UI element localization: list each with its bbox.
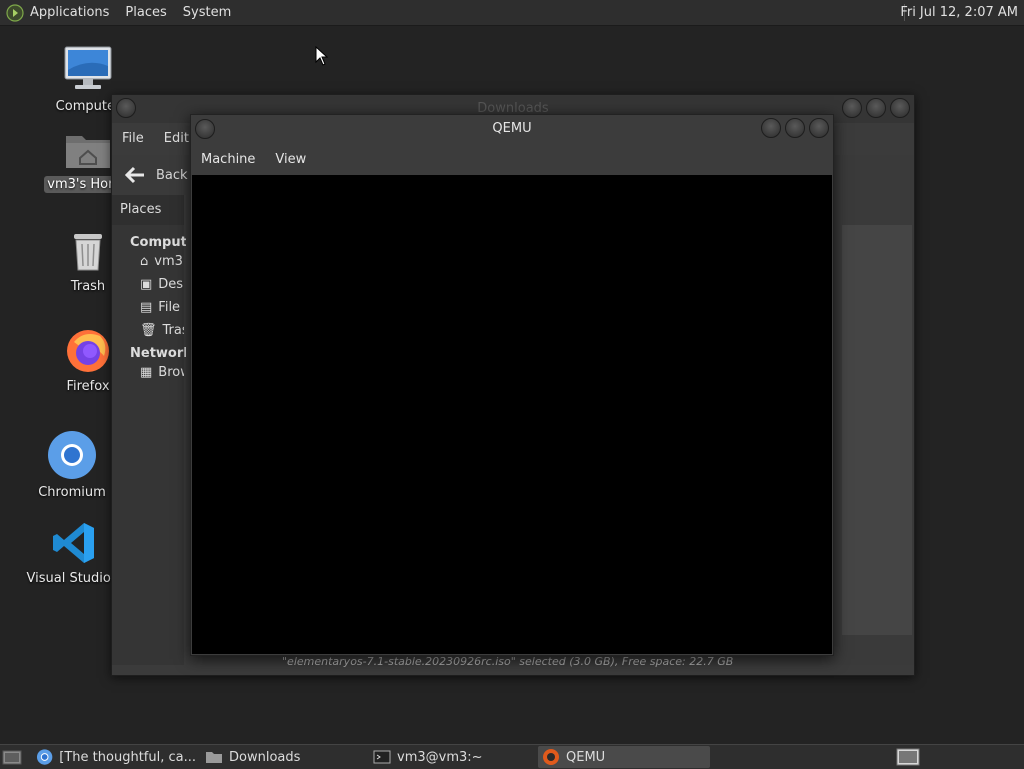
menu-file[interactable]: File bbox=[112, 131, 154, 146]
taskbar-item-chromium[interactable]: [The thoughtful, ca... bbox=[36, 746, 196, 768]
window-controls bbox=[842, 98, 910, 118]
trash-icon bbox=[74, 234, 102, 271]
menu-machine[interactable]: Machine bbox=[191, 152, 265, 167]
sidebar-item-desktop[interactable]: ▣ Desktop bbox=[112, 273, 184, 296]
taskbar-item-downloads[interactable]: Downloads bbox=[205, 746, 365, 768]
qemu-window[interactable]: QEMU Machine View bbox=[190, 114, 834, 656]
vscode-icon bbox=[53, 523, 94, 563]
sidebar-section-computer: Computer bbox=[130, 235, 203, 250]
drive-icon: ▤ bbox=[140, 300, 153, 315]
back-button[interactable]: Back bbox=[112, 166, 188, 184]
top-panel: Applications Places System Fri Jul 12, 2… bbox=[0, 0, 1024, 26]
workspace-icon bbox=[896, 748, 920, 766]
desktop-icon-label: Firefox bbox=[66, 379, 110, 394]
window-menu-button[interactable] bbox=[195, 119, 215, 139]
system-menu[interactable]: System bbox=[175, 0, 239, 25]
desktop-icon: ▣ bbox=[140, 277, 153, 292]
window-menu-button[interactable] bbox=[116, 98, 136, 118]
menubar: Machine View bbox=[191, 143, 833, 175]
show-desktop-button[interactable] bbox=[2, 746, 24, 768]
terminal-icon bbox=[373, 750, 391, 764]
applications-label: Applications bbox=[30, 5, 110, 20]
window-controls bbox=[761, 118, 829, 138]
sidebar-item-label: vm3 bbox=[154, 254, 183, 269]
sidebar-item-label: Trash bbox=[162, 323, 184, 338]
taskbar-item-qemu[interactable]: QEMU bbox=[538, 746, 710, 768]
sidebar-item-label: File System bbox=[158, 300, 184, 315]
maximize-button[interactable] bbox=[785, 118, 805, 138]
qemu-title-label: QEMU bbox=[492, 121, 532, 136]
menu-view[interactable]: View bbox=[265, 152, 316, 167]
sidebar-item-label: Browse Network bbox=[158, 365, 184, 380]
sidebar-header[interactable]: Places bbox=[112, 195, 184, 225]
taskbar-item-label: [The thoughtful, ca... bbox=[59, 749, 196, 765]
sidebar-item-home[interactable]: ⌂ vm3 bbox=[112, 250, 184, 273]
desktop-icon-label: Trash bbox=[70, 279, 106, 294]
taskbar-item-label: Downloads bbox=[229, 749, 301, 765]
back-arrow-icon bbox=[124, 166, 144, 184]
vm-display[interactable] bbox=[192, 175, 832, 654]
taskbar-item-terminal[interactable]: vm3@vm3:~ bbox=[373, 746, 533, 768]
sidebar-item-trash[interactable]: 🗑 Trash bbox=[112, 319, 184, 342]
trash-small-icon: 🗑 bbox=[140, 323, 157, 338]
minimize-button[interactable] bbox=[761, 118, 781, 138]
computer-icon bbox=[64, 46, 112, 89]
mouse-cursor-icon bbox=[315, 46, 329, 66]
close-button[interactable] bbox=[809, 118, 829, 138]
sidebar-item-label: Desktop bbox=[158, 277, 184, 292]
chromium-icon bbox=[36, 749, 53, 765]
workspace-switcher[interactable] bbox=[896, 746, 920, 768]
window-title: QEMU bbox=[191, 115, 833, 143]
sidebar-section-network: Network bbox=[130, 346, 192, 361]
qemu-icon bbox=[543, 749, 559, 765]
mint-logo-icon bbox=[6, 3, 24, 22]
sidebar-item-browse-network[interactable]: ▦ Browse Network bbox=[112, 361, 184, 384]
places-menu[interactable]: Places bbox=[117, 0, 174, 25]
desktop-icon-label: Visual Studio Code bbox=[26, 571, 125, 586]
folder-icon bbox=[206, 752, 222, 763]
chromium-icon bbox=[48, 431, 96, 479]
home-folder-icon bbox=[66, 136, 110, 168]
desktop-icon-label: Chromium bbox=[38, 485, 106, 500]
taskbar: [The thoughtful, ca... Downloads vm3@vm3… bbox=[0, 744, 1024, 769]
taskbar-item-label: QEMU bbox=[566, 749, 606, 765]
sidebar-item-filesystem[interactable]: ▤ File System bbox=[112, 296, 184, 319]
file-list-column bbox=[842, 225, 912, 635]
home-icon: ⌂ bbox=[140, 254, 149, 269]
close-button[interactable] bbox=[890, 98, 910, 118]
back-label: Back bbox=[156, 167, 188, 183]
sidebar: Places Computer ⌂ vm3 ▣ Desktop ▤ File S… bbox=[112, 195, 203, 665]
clock[interactable]: Fri Jul 12, 2:07 AM bbox=[900, 0, 1018, 25]
network-icon: ▦ bbox=[140, 365, 153, 380]
minimize-button[interactable] bbox=[842, 98, 862, 118]
firefox-icon bbox=[67, 330, 109, 372]
applications-menu[interactable]: Applications bbox=[0, 0, 117, 25]
maximize-button[interactable] bbox=[866, 98, 886, 118]
taskbar-item-label: vm3@vm3:~ bbox=[397, 749, 483, 765]
show-desktop-icon bbox=[2, 750, 22, 765]
